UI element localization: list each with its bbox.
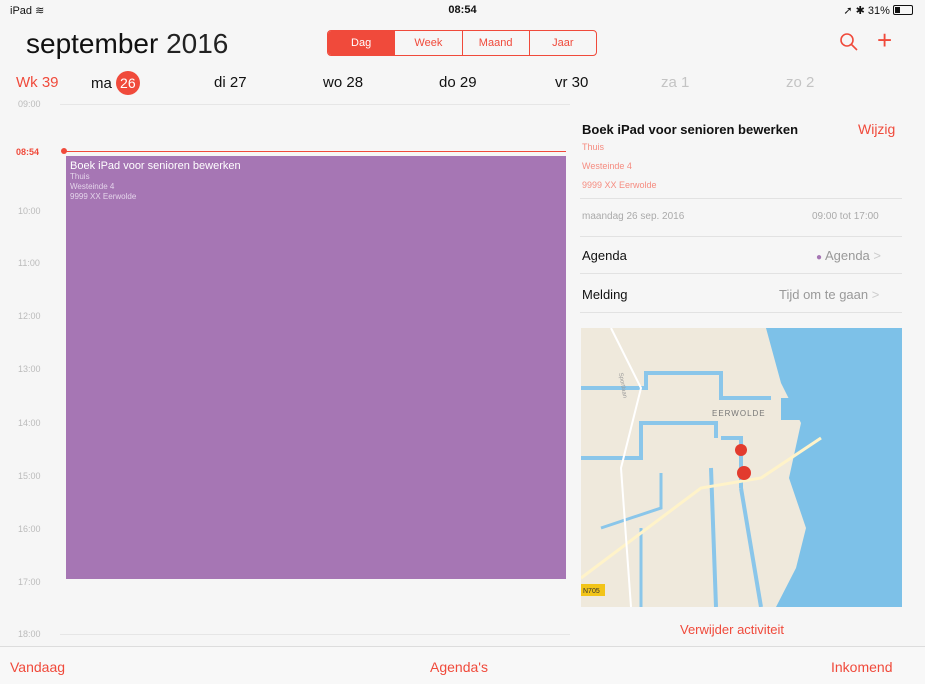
hour-label: 11:00 <box>18 258 40 268</box>
search-icon[interactable] <box>839 32 859 52</box>
hour-label: 17:00 <box>18 577 41 587</box>
event-city: 9999 XX Eerwolde <box>70 192 137 201</box>
divider <box>580 236 902 237</box>
location-icon: ➚ <box>843 5 853 17</box>
status-time: 08:54 <box>448 4 477 16</box>
calendar-dot-icon: ● <box>816 252 823 263</box>
calendars-button[interactable]: Agenda's <box>430 659 488 675</box>
hour-label: 09:00 <box>18 99 41 109</box>
hour-label: 12:00 <box>18 311 41 321</box>
bottom-toolbar: Vandaag Agenda's Inkomend <box>0 646 925 684</box>
hour-label: 10:00 <box>18 206 41 216</box>
segment-maand[interactable]: Maand <box>461 31 529 55</box>
map-road-label: N705 <box>583 588 600 595</box>
event-time: 09:00 tot 17:00 <box>812 211 879 222</box>
hour-label: 13:00 <box>18 364 41 374</box>
battery-icon <box>893 5 913 15</box>
week-number: Wk 39 <box>16 74 59 91</box>
day-vr[interactable]: vr 30 <box>555 74 588 91</box>
hour-label: 14:00 <box>18 418 41 428</box>
hour-line <box>60 104 570 105</box>
add-event-icon[interactable]: + <box>877 27 892 53</box>
event-block[interactable]: Boek iPad voor senioren bewerken Thuis W… <box>66 156 566 579</box>
day-za[interactable]: za 1 <box>661 74 689 91</box>
detail-city[interactable]: 9999 XX Eerwolde <box>582 180 657 190</box>
segment-dag[interactable]: Dag <box>328 31 395 55</box>
delete-event-button[interactable]: Verwijder activiteit <box>680 622 784 637</box>
today-button[interactable]: Vandaag <box>10 659 65 675</box>
current-time-line <box>64 151 566 152</box>
year: 2016 <box>166 28 229 59</box>
event-address: Westeinde 4 <box>70 182 115 191</box>
agenda-label: Agenda <box>582 248 627 263</box>
inbox-button[interactable]: Inkomend <box>831 659 892 675</box>
detail-title: Boek iPad voor senioren bewerken <box>582 122 799 137</box>
status-bar: iPad ≋ 08:54 ➚ ✱ 31% <box>0 0 925 20</box>
day-wo[interactable]: wo 28 <box>323 74 363 91</box>
battery-status: ➚ ✱ 31% <box>843 4 913 17</box>
segment-jaar[interactable]: Jaar <box>528 31 596 55</box>
event-date: maandag 26 sep. 2016 <box>582 211 685 222</box>
month-name: september <box>26 28 159 59</box>
hour-label: 16:00 <box>18 524 41 534</box>
chevron-right-icon: > <box>871 287 880 302</box>
day-ma[interactable]: ma 26 <box>91 71 140 95</box>
edit-button[interactable]: Wijzig <box>858 121 895 137</box>
map-place-label: EERWOLDE <box>712 409 766 418</box>
map-pin-icon[interactable] <box>735 444 747 456</box>
alert-row-value[interactable]: Tijd om te gaan > <box>779 287 879 302</box>
divider <box>580 312 902 313</box>
hour-label: 15:00 <box>18 471 41 481</box>
detail-location[interactable]: Thuis <box>582 142 604 152</box>
hour-label: 18:00 <box>18 629 41 639</box>
detail-address[interactable]: Westeinde 4 <box>582 161 632 171</box>
event-location: Thuis <box>70 172 90 181</box>
divider <box>580 273 902 274</box>
week-row: Wk 39 ma 26 di 27 wo 28 do 29 vr 30 za 1 … <box>0 68 925 98</box>
event-map[interactable]: EERWOLDE Sportlaan N705 <box>581 328 902 607</box>
day-di[interactable]: di 27 <box>214 74 247 91</box>
agenda-row-value[interactable]: ● Agenda > <box>816 248 881 263</box>
divider <box>580 198 902 199</box>
event-title: Boek iPad voor senioren bewerken <box>70 160 241 172</box>
chevron-right-icon: > <box>873 248 881 263</box>
alert-label: Melding <box>582 287 628 302</box>
bluetooth-icon: ✱ <box>855 5 865 17</box>
day-zo[interactable]: zo 2 <box>786 74 814 91</box>
today-badge: 26 <box>115 71 140 95</box>
map-pin-icon[interactable] <box>737 466 751 480</box>
view-segmented-control[interactable]: Dag Week Maand Jaar <box>327 30 597 56</box>
month-title: september 2016 <box>26 28 228 60</box>
segment-week[interactable]: Week <box>394 31 461 55</box>
hour-line <box>60 634 570 635</box>
current-time-label: 08:54 <box>16 147 40 157</box>
day-do[interactable]: do 29 <box>439 74 477 91</box>
